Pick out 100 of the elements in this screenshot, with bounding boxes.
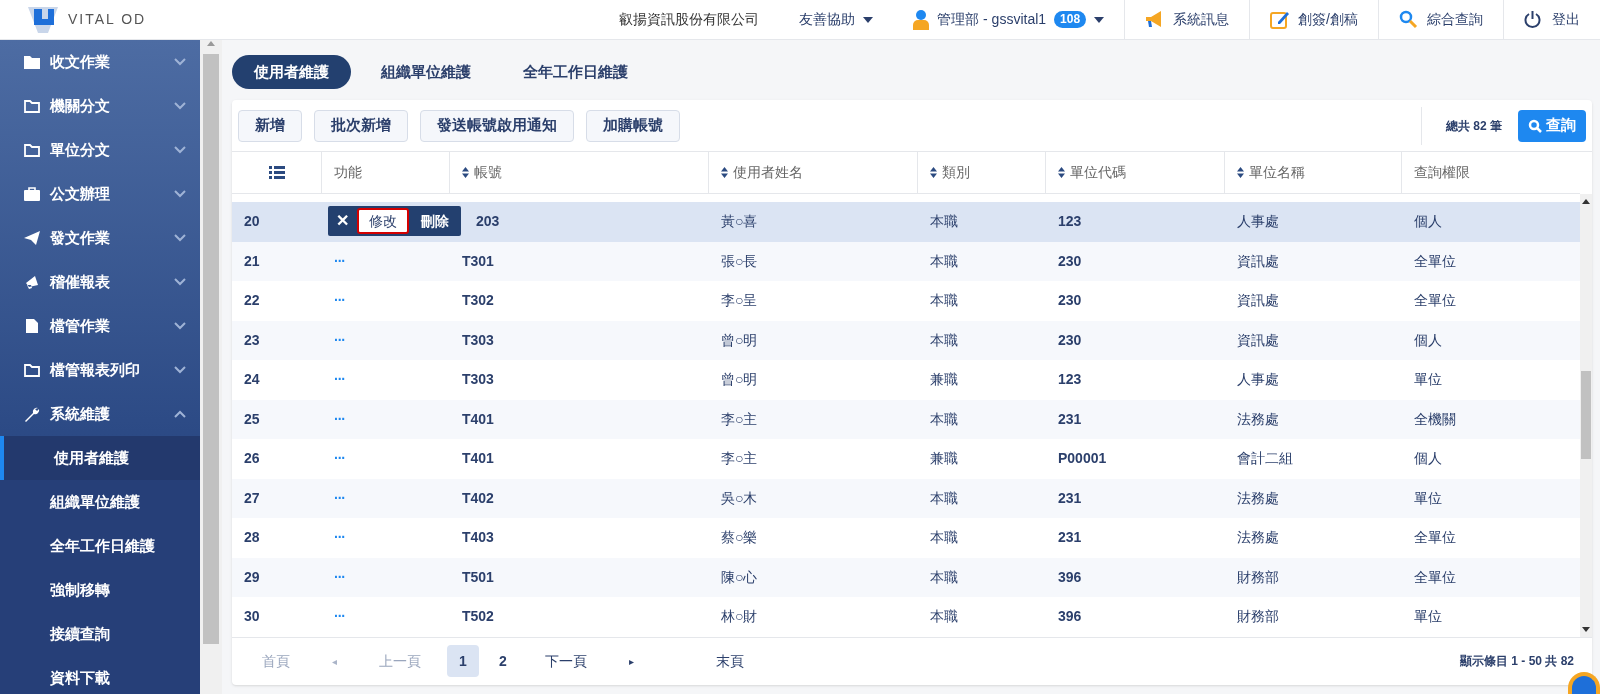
header-action[interactable]: 系統訊息 [1125,0,1251,39]
column-header[interactable]: 單位代碼 [1046,152,1225,193]
scrollbar-thumb[interactable] [1581,371,1591,460]
sidebar-item[interactable]: 檔管作業 [0,304,200,348]
close-button[interactable]: ✕ [330,209,355,233]
header-action[interactable]: 綜合查詢 [1379,0,1504,39]
logo-text: VITAL OD [68,10,147,29]
column-header[interactable]: 功能 [322,152,450,193]
file-icon [24,318,40,334]
table-cell: 本職 [930,410,958,427]
table-row[interactable]: 20 ✕ 修改 刪除 203 黃○喜 本職 123 人事處 個人 [232,202,1580,242]
chat-widget-icon[interactable] [1568,672,1600,694]
row-number: 25 [244,410,260,427]
column-header[interactable]: 類別 [918,152,1046,193]
table-row[interactable]: 29 ··· T501 陳○心 本職 396 財務部 全單位 [232,557,1580,597]
table-cell: 230 [1058,292,1082,309]
table-cell: 全單位 [1414,529,1456,546]
table-cell: 單位 [1414,371,1442,388]
page-button[interactable]: 1 [447,645,479,677]
column-header[interactable]: 單位名稱 [1225,152,1402,193]
sidebar-subitem[interactable]: 全年工作日維護 [0,524,200,568]
toolbar-button[interactable]: 批次新增 [314,109,408,142]
briefcase-icon [24,186,40,202]
sidebar-subitem[interactable]: 使用者維護 [0,436,200,480]
table-row[interactable]: 23 ··· T303 曾○明 本職 230 資訊處 個人 [232,320,1580,360]
tab[interactable]: 使用者維護 [232,55,351,89]
table-cell: 法務處 [1237,529,1279,546]
page-link[interactable]: 末頁 [694,650,766,672]
chevron-down-icon [174,322,186,330]
notification-badge: 108 [1054,11,1087,28]
table-cell: 兼職 [930,371,958,388]
scrollbar-thumb[interactable] [203,54,219,644]
search-button[interactable]: 查詢 [1518,109,1586,142]
more-button[interactable]: ··· [330,448,349,470]
table-cell: 123 [1058,213,1082,230]
row-number: 22 [244,292,260,309]
row-number: 26 [244,450,260,467]
sidebar-item[interactable]: 單位分文 [0,128,200,172]
table-cell: T302 [462,292,494,309]
bullhorn-icon [24,274,40,290]
table-row[interactable]: 25 ··· T401 李○主 本職 231 法務處 全機關 [232,399,1580,439]
table-cell: 全單位 [1414,252,1456,269]
tab[interactable]: 全年工作日維護 [501,55,650,89]
table-cell: 396 [1058,608,1082,625]
list-icon [268,165,285,180]
table-row[interactable]: 21 ··· T301 張○長 本職 230 資訊處 全單位 [232,241,1580,281]
table-cell: 法務處 [1237,410,1279,427]
table-cell: 人事處 [1237,213,1279,230]
chevron-down-icon [174,234,186,242]
sidebar-subitem[interactable]: 資料下載 [0,656,200,694]
page-link[interactable]: 下一頁 [523,650,609,672]
table-cell: 財務部 [1237,568,1279,585]
table-cell: 231 [1058,410,1082,427]
chevron-down-icon [174,146,186,154]
chevron-down-icon [174,190,186,198]
toolbar-button[interactable]: 加購帳號 [586,109,680,142]
sidebar-item[interactable]: 公文辦理 [0,172,200,216]
more-button[interactable]: ··· [330,290,349,312]
table-cell: 黃○喜 [721,213,758,230]
folder-icon [24,362,40,378]
help-menu[interactable]: 友善協助 [779,9,894,30]
table-cell: 個人 [1414,331,1442,348]
sidebar-item[interactable]: 稽催報表 [0,260,200,304]
table-cell: 本職 [930,489,958,506]
table-cell: 230 [1058,331,1082,348]
menu-item[interactable]: 刪除 [411,208,459,234]
more-button[interactable]: ··· [330,369,349,391]
table-row[interactable]: 27 ··· T402 吳○木 本職 231 法務處 單位 [232,478,1580,518]
toolbar-button[interactable]: 發送帳號啟用通知 [420,109,574,142]
sidebar-item[interactable]: 發文作業 [0,216,200,260]
column-header[interactable]: 使用者姓名 [709,152,918,193]
column-header[interactable]: 帳號 [450,152,709,193]
table-cell: T502 [462,608,494,625]
sidebar-subitem[interactable]: 強制移轉 [0,568,200,612]
table-cell: 本職 [930,608,958,625]
header-action[interactable]: 創簽/創稿 [1250,0,1379,39]
user-menu[interactable]: 管理部 - gssvital1 108 [893,0,1126,39]
more-button[interactable]: ··· [330,606,349,628]
sidebar-item[interactable]: 收文作業 [0,40,200,84]
table-cell: 單位 [1414,489,1442,506]
more-button[interactable]: ··· [330,527,349,549]
row-number: 24 [244,371,260,388]
sidebar-item[interactable]: 檔管報表列印 [0,348,200,392]
sidebar-item[interactable]: 機關分文 [0,84,200,128]
header-action[interactable]: 登出 [1504,0,1600,39]
caret-icon [1094,16,1105,23]
wrench-icon [24,406,40,422]
table-cell: T501 [462,568,494,585]
sidebar-subitem[interactable]: 組織單位維護 [0,480,200,524]
column-header[interactable]: 查詢權限 [1402,152,1580,193]
table-cell: T303 [462,371,494,388]
tab[interactable]: 組織單位維護 [359,55,493,89]
table-cell: 203 [476,213,500,230]
page-button[interactable]: 2 [487,645,519,677]
sidebar-subitem[interactable]: 接續查詢 [0,612,200,656]
menu-item[interactable]: 修改 [357,208,409,234]
table-cell: T402 [462,489,494,506]
sidebar-item[interactable]: 系統維護 [0,392,200,436]
toolbar-button[interactable]: 新增 [238,109,302,142]
row-number: 21 [244,252,260,269]
